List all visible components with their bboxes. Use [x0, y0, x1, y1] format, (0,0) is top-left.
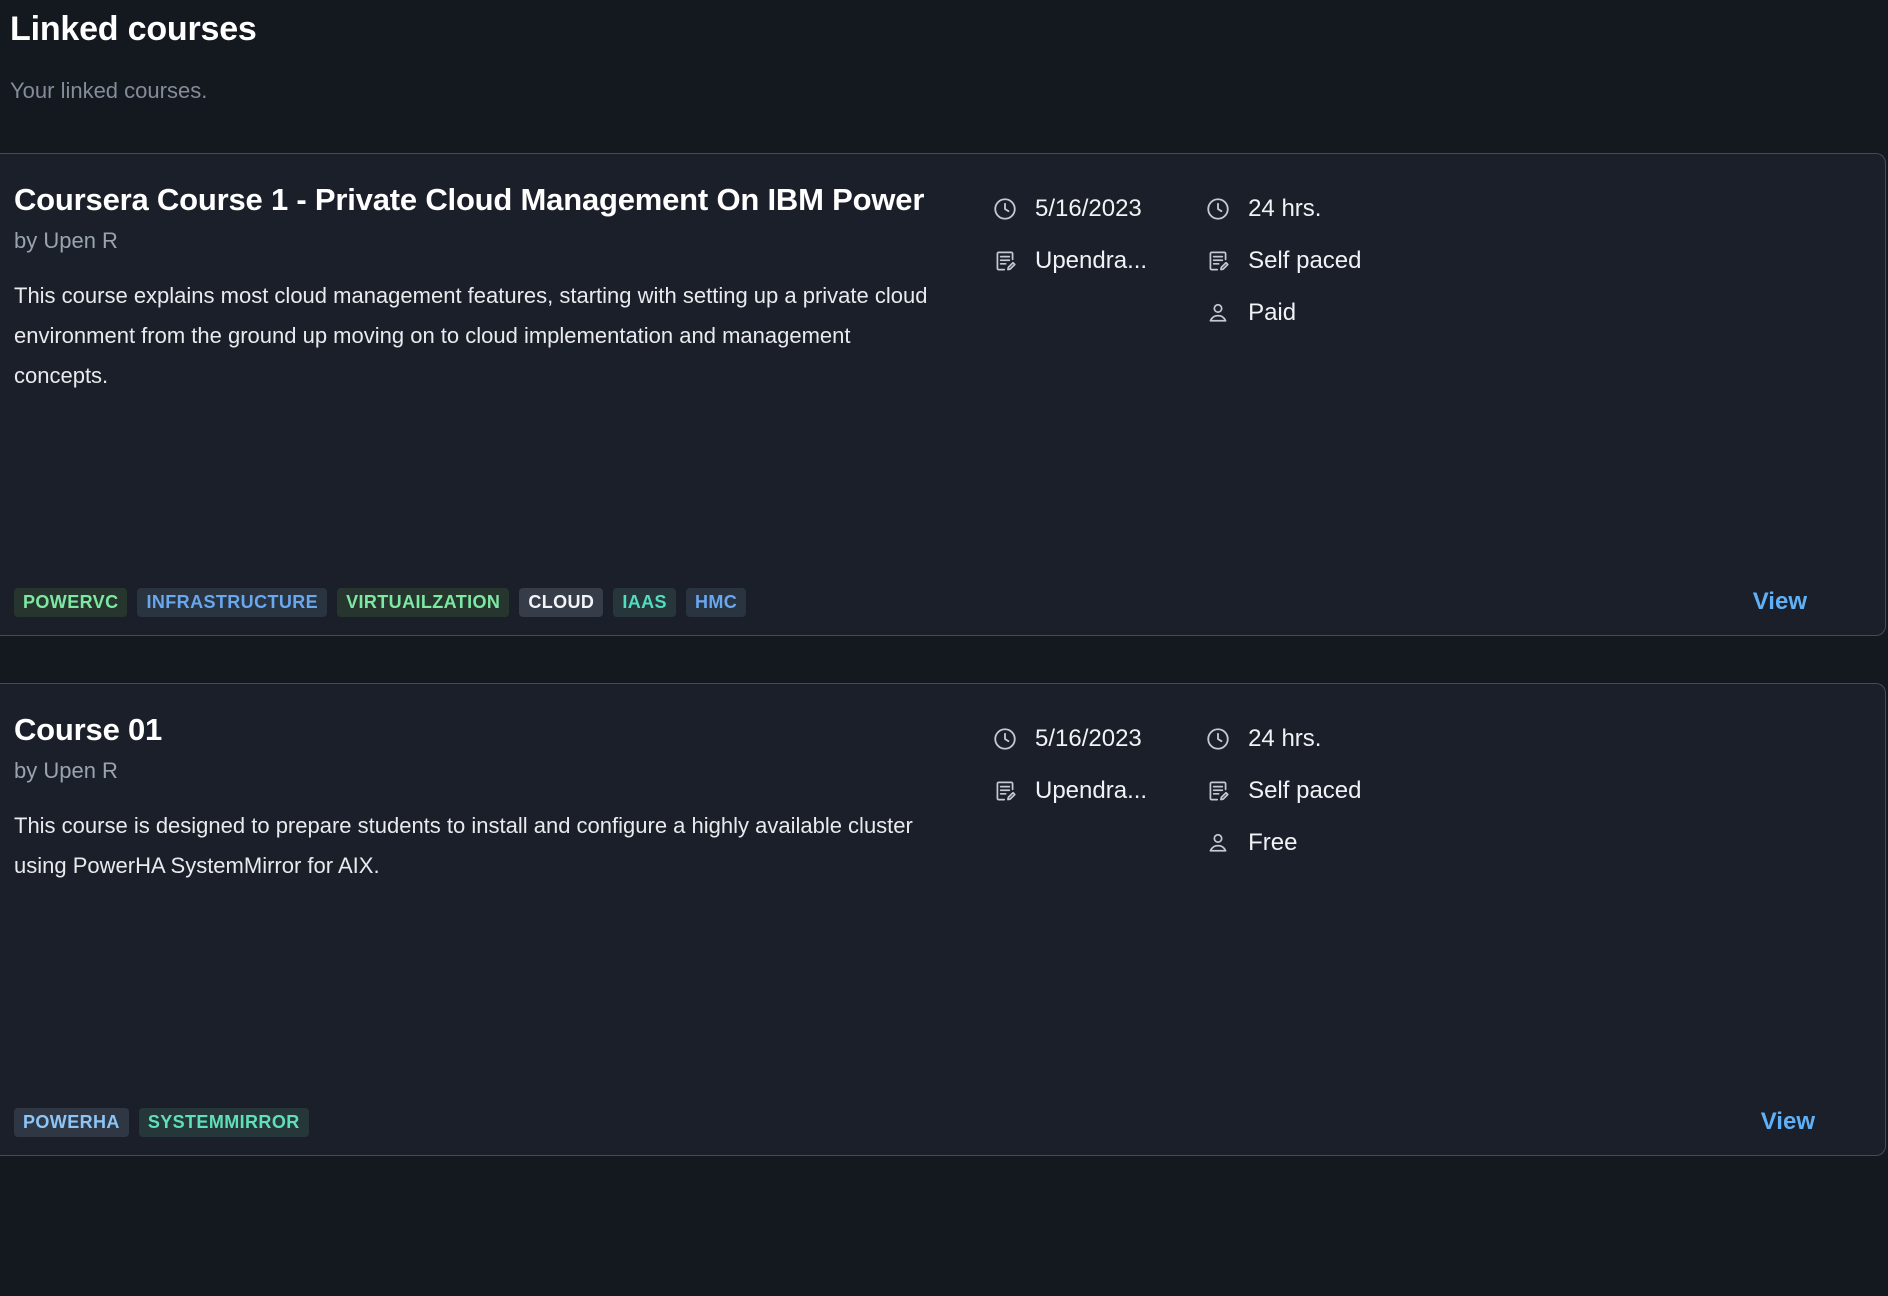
page-title: Linked courses [10, 10, 257, 48]
course-title: Coursera Course 1 - Private Cloud Manage… [14, 181, 925, 217]
view-course-link[interactable]: View [1761, 1108, 1863, 1136]
course-meta-creator: Upendra... [992, 246, 1147, 276]
course-meta-duration: 24 hrs. [1205, 194, 1361, 224]
clock-icon [992, 196, 1018, 222]
course-meta-price: Paid [1205, 298, 1361, 328]
course-tag[interactable]: SYSTEMMIRROR [138, 1107, 309, 1137]
course-card-body: Coursera Course 1 - Private Cloud Manage… [14, 180, 1863, 588]
course-author: by Upen R [14, 228, 118, 254]
course-meta-price: Free [1205, 828, 1361, 858]
course-card-list: Coursera Course 1 - Private Cloud Manage… [0, 152, 1888, 1156]
course-tag[interactable]: VIRTUAILZATION [337, 587, 510, 617]
clock-icon [1205, 726, 1231, 752]
course-tag[interactable]: CLOUD [519, 587, 604, 617]
course-tag[interactable]: IAAS [613, 587, 676, 617]
course-meta-pace: Self paced [1205, 246, 1362, 276]
course-meta-creator-value: Upendra... [1035, 776, 1148, 804]
course-card-body: Course 01 by Upen R This course is desig… [14, 710, 1863, 1108]
course-meta: 5/16/2023 Upendra... 24 hrs. Self paced … [992, 180, 1362, 588]
course-card-main: Course 01 by Upen R This course is desig… [14, 710, 992, 1108]
course-meta-pace-value: Self paced [1248, 776, 1362, 804]
course-meta-price-value: Free [1248, 828, 1298, 856]
page-subtitle: Your linked courses. [10, 77, 208, 103]
course-title: Course 01 [14, 711, 163, 747]
course-meta-date-value: 5/16/2023 [1035, 724, 1142, 752]
course-tag[interactable]: INFRASTRUCTURE [137, 587, 328, 617]
course-meta-pace-value: Self paced [1248, 246, 1362, 274]
course-meta-creator: Upendra... [992, 776, 1147, 806]
view-course-link[interactable]: View [1753, 588, 1863, 616]
course-author: by Upen R [14, 758, 118, 784]
person-icon [1205, 830, 1231, 856]
clock-icon [992, 726, 1018, 752]
course-meta-pace: Self paced [1205, 776, 1362, 806]
course-card-main: Coursera Course 1 - Private Cloud Manage… [14, 180, 992, 588]
course-tag-list: POWERHA SYSTEMMIRROR [14, 1107, 309, 1137]
course-meta-column-right: 24 hrs. Self paced [1205, 724, 1362, 1108]
course-card-footer: POWERHA SYSTEMMIRROR View [14, 1107, 1863, 1137]
note-edit-icon [1205, 248, 1231, 274]
linked-courses-page: Linked courses Your linked courses. Cour… [0, 0, 1888, 1296]
course-meta: 5/16/2023 Upendra... 24 hrs. Self paced … [992, 710, 1362, 1108]
course-meta-duration: 24 hrs. [1205, 724, 1361, 754]
course-meta-creator-value: Upendra... [1035, 246, 1148, 274]
course-tag-list: POWERVC INFRASTRUCTURE VIRTUAILZATION CLOUD… [14, 587, 747, 617]
course-description: This course explains most cloud manageme… [14, 282, 928, 388]
note-edit-icon [1205, 778, 1231, 804]
note-edit-icon [992, 778, 1018, 804]
course-meta-column-left: 5/16/2023 Upendra... [992, 194, 1147, 588]
page-header: Linked courses Your linked courses. [0, 0, 1888, 104]
course-card[interactable]: Coursera Course 1 - Private Cloud Manage… [0, 152, 1886, 636]
course-meta-price-value: Paid [1248, 298, 1297, 326]
course-meta-date: 5/16/2023 [992, 194, 1147, 224]
person-icon [1205, 300, 1231, 326]
note-edit-icon [992, 248, 1018, 274]
course-card[interactable]: Course 01 by Upen R This course is desig… [0, 682, 1886, 1156]
course-tag[interactable]: POWERHA [14, 1107, 129, 1137]
course-card-footer: POWERVC INFRASTRUCTURE VIRTUAILZATION CLOUD… [14, 587, 1863, 617]
course-meta-duration-value: 24 hrs. [1248, 194, 1322, 222]
course-meta-date-value: 5/16/2023 [1035, 194, 1142, 222]
clock-icon [1205, 196, 1231, 222]
course-meta-duration-value: 24 hrs. [1248, 724, 1322, 752]
course-description: This course is designed to prepare stude… [14, 812, 913, 878]
course-meta-date: 5/16/2023 [992, 724, 1147, 754]
course-tag[interactable]: HMC [685, 587, 747, 617]
course-meta-column-left: 5/16/2023 Upendra... [992, 724, 1147, 1108]
course-meta-column-right: 24 hrs. Self paced [1205, 194, 1362, 588]
course-tag[interactable]: POWERVC [14, 587, 128, 617]
